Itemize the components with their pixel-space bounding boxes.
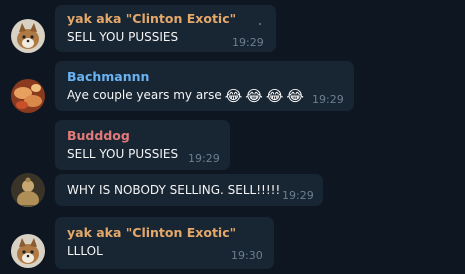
sender-name[interactable]: yak aka "Clinton Exotic"	[67, 225, 236, 240]
sender-name[interactable]: yak aka "Clinton Exotic"	[67, 11, 236, 26]
message-text: Aye couple years my arse 😂 😂 😂 😂	[67, 88, 304, 104]
message-time: 19:29	[188, 152, 220, 165]
food-avatar-icon[interactable]	[11, 79, 45, 113]
message-time: 19:30	[231, 249, 263, 262]
message-bubble[interactable]: yak aka "Clinton Exotic" SELL YOU PUSSIE…	[55, 5, 276, 52]
message-text: WHY IS NOBODY SELLING. SELL!!!!!	[67, 183, 281, 197]
menu-dot-icon	[259, 23, 261, 25]
message-time: 19:29	[312, 93, 344, 106]
message-bubble[interactable]: Budddog SELL YOU PUSSIES 19:29	[55, 120, 230, 170]
message-bubble[interactable]: WHY IS NOBODY SELLING. SELL!!!!! 19:29	[55, 174, 323, 206]
buddha-avatar-icon[interactable]	[11, 173, 45, 207]
message-text-content: Aye couple years my arse	[67, 88, 222, 102]
sender-name[interactable]: Budddog	[67, 128, 130, 143]
joy-emoji-icon: 😂	[286, 87, 304, 105]
message-text: SELL YOU PUSSIES	[67, 147, 179, 161]
fox-avatar-icon[interactable]	[11, 234, 45, 268]
fox-avatar-icon[interactable]	[11, 19, 45, 53]
joy-emoji-icon: 😂	[265, 87, 284, 105]
message-text: SELL YOU PUSSIES	[67, 30, 179, 44]
chat-message-list: yak aka "Clinton Exotic" SELL YOU PUSSIE…	[0, 0, 465, 274]
joy-emoji-icon: 😂	[245, 87, 263, 105]
message-time: 19:29	[282, 189, 314, 202]
message-bubble[interactable]: Bachmannn Aye couple years my arse 😂 😂 😂 😂 1…	[55, 61, 354, 111]
message-bubble[interactable]: yak aka "Clinton Exotic" LLLOL 19:30	[55, 217, 274, 269]
message-text: LLLOL	[67, 244, 103, 258]
joy-emoji-icon: 😂	[224, 87, 243, 105]
message-time: 19:29	[232, 36, 264, 49]
sender-name[interactable]: Bachmannn	[67, 69, 149, 84]
